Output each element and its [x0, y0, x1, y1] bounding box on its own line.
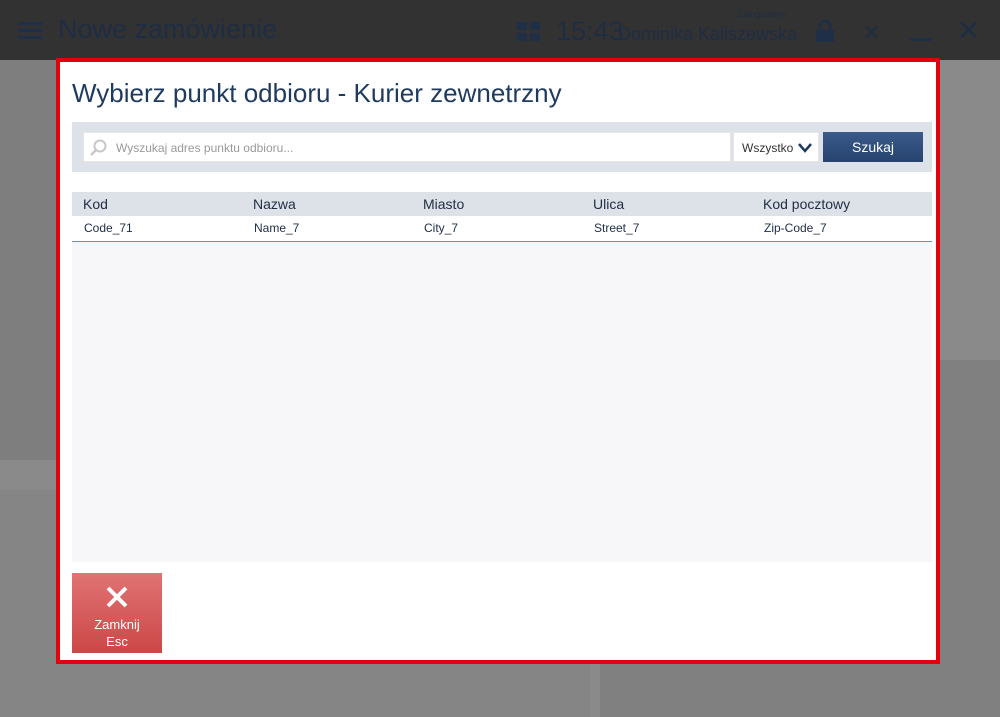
pickup-point-dialog: Wybierz punkt odbioru - Kurier zewnetrzn…: [56, 58, 940, 664]
menu-icon: [18, 22, 42, 40]
close-window-icon: ✕: [957, 15, 981, 46]
search-button[interactable]: Szukaj: [823, 132, 923, 162]
chevron-down-icon: [798, 141, 812, 153]
grid-icon: [517, 22, 541, 42]
close-shortcut-text: Esc: [106, 634, 128, 649]
filter-dropdown[interactable]: Wszystko: [733, 132, 819, 162]
search-bar: Wszystko Szukaj: [72, 122, 932, 172]
close-icon: [105, 585, 129, 609]
clock: 15:43: [556, 16, 624, 46]
column-header-city[interactable]: Miasto: [423, 196, 464, 212]
page-title: Nowe zamówienie: [58, 14, 278, 44]
cell-street: Street_7: [594, 221, 640, 235]
filter-selected-value: Wszystko: [742, 141, 794, 155]
results-table: Kod Nazwa Miasto Ulica Kod pocztowy Code…: [72, 192, 932, 562]
app-header: Nowe zamówienie 15:43 Zalogowany Dominik…: [0, 0, 1000, 60]
cell-name: Name_7: [254, 221, 300, 235]
lock-icon: [815, 19, 835, 42]
cell-zip: Zip-Code_7: [764, 221, 827, 235]
cell-code: Code_71: [84, 221, 133, 235]
search-input[interactable]: [114, 133, 728, 163]
column-header-street[interactable]: Ulica: [593, 196, 624, 212]
tools-icon: ✕: [862, 20, 881, 45]
dialog-title: Wybierz punkt odbioru - Kurier zewnetrzn…: [72, 78, 562, 108]
search-icon: [90, 139, 107, 156]
column-header-name[interactable]: Nazwa: [253, 196, 296, 212]
column-header-zip[interactable]: Kod pocztowy: [763, 196, 850, 212]
search-box[interactable]: [83, 132, 731, 163]
cell-city: City_7: [424, 221, 459, 235]
close-label-text: Zamknij: [94, 617, 140, 632]
user-name: Dominika Kaliszewska: [618, 24, 798, 44]
close-button-label: Zamknij Esc: [72, 616, 162, 650]
table-header: Kod Nazwa Miasto Ulica Kod pocztowy: [72, 192, 932, 216]
column-header-code[interactable]: Kod: [83, 196, 108, 212]
logged-label: Zalogowany: [738, 9, 787, 19]
minimize-icon: [910, 38, 932, 41]
close-button[interactable]: Zamknij Esc: [72, 573, 162, 653]
table-row[interactable]: Code_71 Name_7 City_7 Street_7 Zip-Code_…: [72, 216, 932, 242]
